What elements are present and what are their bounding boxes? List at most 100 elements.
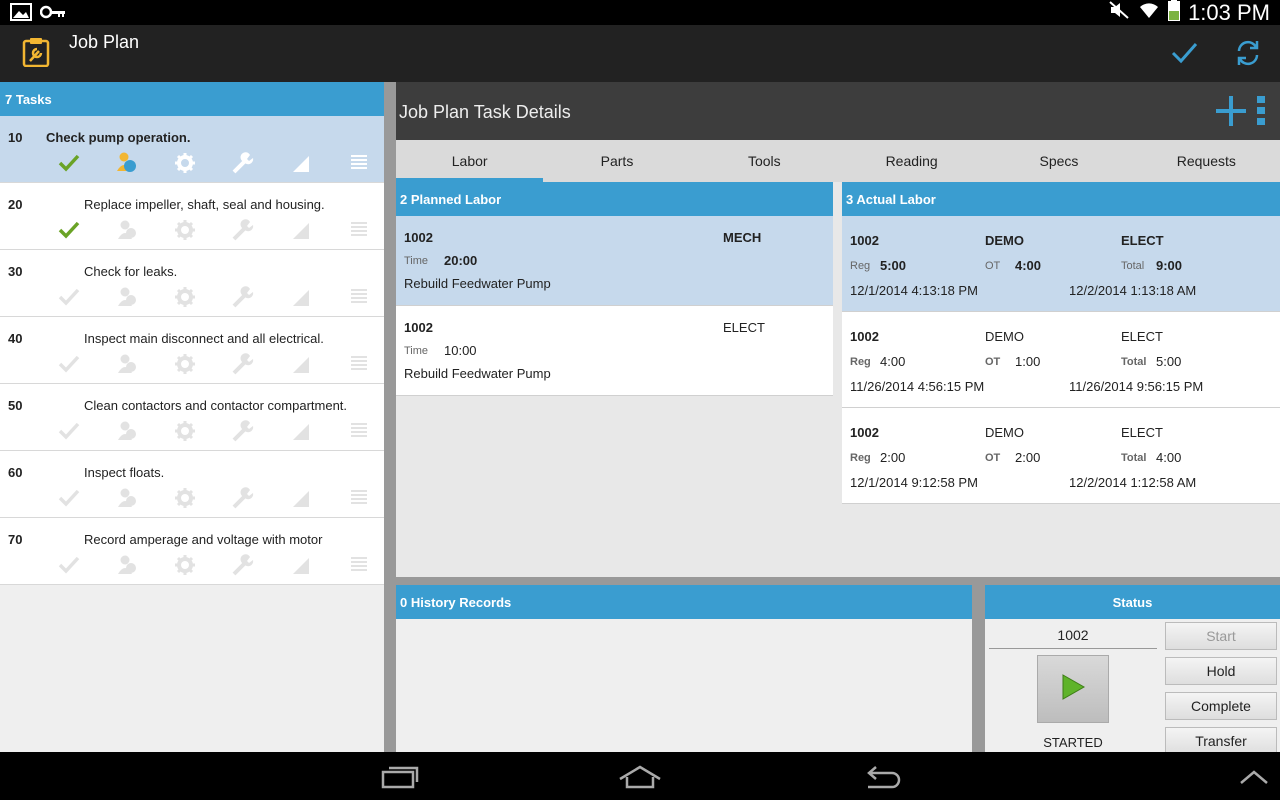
task-row[interactable]: 10 Check pump operation. (0, 116, 384, 183)
reg-value: 2:00 (880, 450, 906, 465)
tab-reading[interactable]: Reading (838, 140, 985, 182)
task-description: Record amperage and voltage with motor (84, 532, 323, 547)
labor-person-icon[interactable] (98, 151, 156, 175)
meter-reading-icon[interactable] (272, 352, 330, 376)
tab-specs[interactable]: Specs (985, 140, 1132, 182)
gear-icon[interactable] (156, 285, 214, 309)
key-notification-icon (39, 5, 66, 24)
labor-person-icon[interactable] (98, 553, 156, 577)
actual-labor-row[interactable]: 1002 DEMO ELECT Reg 4:00 OT 1:00 Total 5… (842, 312, 1280, 408)
back-icon[interactable] (860, 762, 904, 792)
tab-parts[interactable]: Parts (543, 140, 690, 182)
task-row[interactable]: 40 Inspect main disconnect and all electr… (0, 317, 384, 384)
check-icon[interactable] (40, 486, 98, 510)
pane-divider[interactable] (972, 585, 985, 752)
tab-labor[interactable]: Labor (396, 140, 544, 182)
meter-reading-icon[interactable] (272, 419, 330, 443)
refresh-icon[interactable] (1232, 37, 1264, 69)
check-icon[interactable] (40, 218, 98, 242)
meter-reading-icon[interactable] (272, 486, 330, 510)
wrench-icon[interactable] (214, 151, 272, 175)
gear-icon[interactable] (156, 151, 214, 175)
task-status-icons (40, 419, 388, 443)
list-icon[interactable] (330, 218, 388, 242)
task-row[interactable]: 50 Clean contactors and contactor compart… (0, 384, 384, 451)
gear-icon[interactable] (156, 218, 214, 242)
labor-person-icon[interactable] (98, 486, 156, 510)
gear-icon[interactable] (156, 486, 214, 510)
start-button[interactable]: Start (1165, 622, 1277, 650)
status-id-field[interactable]: 1002 (989, 627, 1157, 649)
labor-description: Rebuild Feedwater Pump (404, 366, 551, 381)
labor-id: 1002 (850, 425, 879, 440)
start-timer-button[interactable] (1037, 655, 1109, 723)
craft: ELECT (1121, 425, 1163, 440)
meter-reading-icon[interactable] (272, 285, 330, 309)
labor-person-icon[interactable] (98, 285, 156, 309)
task-row[interactable]: 20 Replace impeller, shaft, seal and hous… (0, 183, 384, 250)
list-icon[interactable] (330, 285, 388, 309)
add-icon[interactable] (1214, 94, 1248, 133)
wrench-icon[interactable] (214, 553, 272, 577)
gear-icon[interactable] (156, 352, 214, 376)
labor-person-icon[interactable] (98, 218, 156, 242)
wrench-icon[interactable] (214, 419, 272, 443)
transfer-button[interactable]: Transfer (1165, 727, 1277, 755)
recent-apps-icon[interactable] (378, 762, 422, 792)
craft: ELECT (723, 320, 765, 335)
craft: ELECT (1121, 329, 1163, 344)
clipboard-wrench-icon[interactable] (22, 37, 50, 68)
meter-reading-icon[interactable] (272, 218, 330, 242)
labor-person-icon[interactable] (98, 352, 156, 376)
wrench-icon[interactable] (214, 218, 272, 242)
wrench-icon[interactable] (214, 352, 272, 376)
list-icon[interactable] (330, 486, 388, 510)
task-description: Check pump operation. (46, 130, 191, 145)
reg-label: Reg (850, 452, 871, 464)
task-status-icons (40, 553, 388, 577)
pane-divider[interactable] (396, 577, 1280, 585)
complete-button[interactable]: Complete (1165, 692, 1277, 720)
history-panel: 0 History Records (396, 585, 972, 752)
task-row[interactable]: 70 Record amperage and voltage with motor (0, 518, 384, 585)
home-icon[interactable] (618, 762, 662, 792)
save-check-icon[interactable] (1168, 37, 1200, 69)
actual-labor-row[interactable]: 1002 DEMO ELECT Reg 5:00 OT 4:00 Total 9… (842, 216, 1280, 312)
hold-button[interactable]: Hold (1165, 657, 1277, 685)
gear-icon[interactable] (156, 419, 214, 443)
wrench-icon[interactable] (214, 285, 272, 309)
actual-labor-row[interactable]: 1002 DEMO ELECT Reg 2:00 OT 2:00 Total 4… (842, 408, 1280, 504)
list-icon[interactable] (330, 553, 388, 577)
meter-reading-icon[interactable] (272, 151, 330, 175)
planned-labor-row[interactable]: 1002 MECH Time 20:00 Rebuild Feedwater P… (396, 216, 833, 306)
task-status-icons (40, 486, 388, 510)
task-row[interactable]: 60 Inspect floats. (0, 451, 384, 518)
check-icon[interactable] (40, 151, 98, 175)
wrench-icon[interactable] (214, 486, 272, 510)
overflow-menu-icon[interactable] (1256, 94, 1266, 133)
app-title: Job Plan (69, 32, 140, 52)
check-icon[interactable] (40, 553, 98, 577)
tab-requests[interactable]: Requests (1133, 140, 1280, 182)
labor-person-icon[interactable] (98, 419, 156, 443)
list-icon[interactable] (330, 419, 388, 443)
task-list-panel: 7 Tasks 10 Check pump operation. 20 Replace… (0, 82, 384, 752)
check-icon[interactable] (40, 419, 98, 443)
detail-header: Job Plan Task Details (396, 82, 1280, 140)
ot-value: 4:00 (1015, 258, 1042, 273)
play-icon (1060, 673, 1086, 706)
chevron-up-icon[interactable] (1232, 762, 1276, 792)
check-icon[interactable] (40, 352, 98, 376)
list-icon[interactable] (330, 352, 388, 376)
planned-labor-row[interactable]: 1002 ELECT Time 10:00 Rebuild Feedwater … (396, 306, 833, 396)
ot-label: OT (985, 356, 1001, 368)
pane-divider[interactable] (384, 82, 396, 752)
gear-icon[interactable] (156, 553, 214, 577)
tab-tools[interactable]: Tools (691, 140, 838, 182)
ot-label: OT (985, 452, 1001, 464)
check-icon[interactable] (40, 285, 98, 309)
meter-reading-icon[interactable] (272, 553, 330, 577)
list-icon[interactable] (330, 151, 388, 175)
task-row[interactable]: 30 Check for leaks. (0, 250, 384, 317)
task-number: 40 (8, 331, 23, 346)
